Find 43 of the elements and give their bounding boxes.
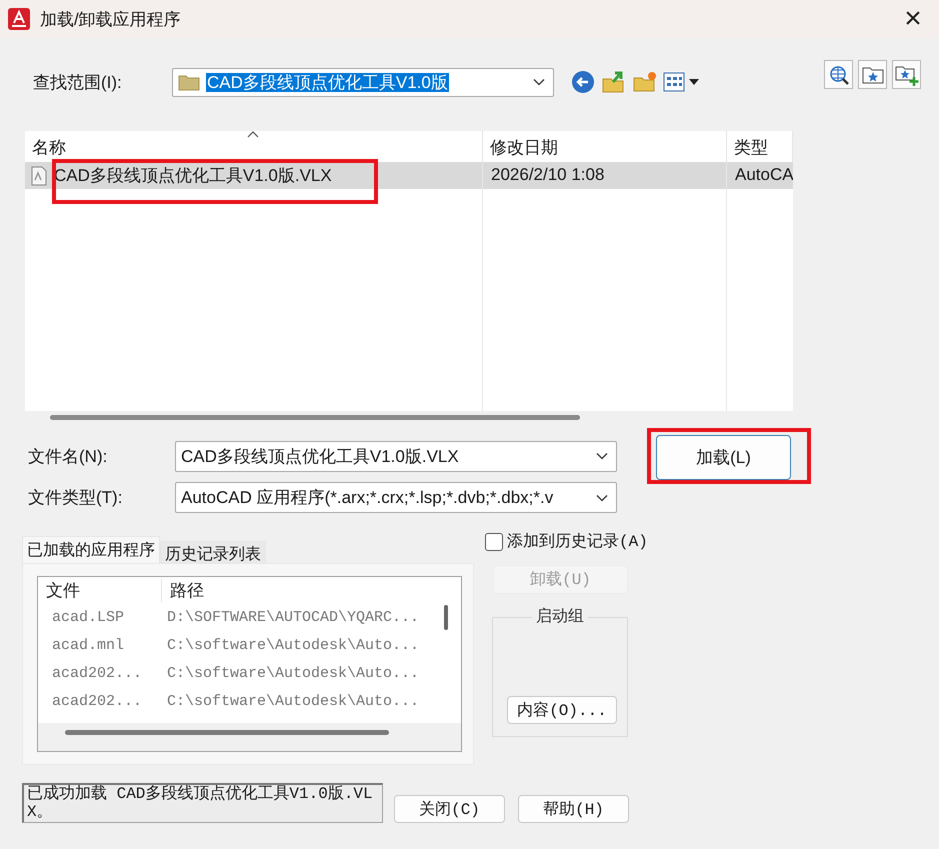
scrollbar[interactable]	[65, 730, 389, 735]
column-header[interactable]: 文件	[38, 578, 162, 602]
column-header[interactable]: 路径	[162, 578, 461, 602]
look-in-label: 查找范围(I):	[33, 72, 123, 94]
window-title: 加载/卸载应用程序	[40, 8, 182, 30]
favorites-button[interactable]	[858, 60, 887, 89]
star-folder-icon	[862, 64, 884, 84]
file-name-label: 文件名(N):	[28, 446, 108, 468]
table-cell-text: C:\software\Autodesk\Auto...	[167, 636, 420, 654]
add-favorite-button[interactable]	[892, 60, 921, 89]
table-cell-text: D:\SOFTWARE\AUTOCAD\YQARC...	[167, 608, 420, 626]
file-row-name[interactable]: CAD多段线顶点优化工具V1.0版.VLX	[25, 162, 483, 189]
scrollbar[interactable]	[50, 415, 580, 420]
scrollbar[interactable]	[444, 605, 448, 630]
table-cell-text: C:\software\Autodesk\Auto...	[167, 664, 420, 682]
group-title: 启动组	[532, 608, 588, 626]
load-button[interactable]: 加载(L)	[656, 435, 791, 480]
look-in-dropdown[interactable]: CAD多段线顶点优化工具V1.0版	[172, 68, 554, 96]
contents-button[interactable]: 内容(O)...	[507, 696, 617, 724]
view-menu-icon[interactable]	[663, 70, 701, 94]
table-cell-text: acad202...	[51, 664, 144, 682]
file-type-dropdown[interactable]: AutoCAD 应用程序(*.arx;*.crx;*.lsp;*.dvb;*.dbx;*.v	[175, 482, 617, 513]
folder-icon	[178, 73, 200, 91]
file-icon	[30, 166, 48, 186]
table-cell: 2026/2/10 1:08	[483, 162, 727, 189]
dialog-button[interactable]: 帮助(H)	[518, 795, 629, 823]
table-cell-text: acad.mnl	[51, 636, 126, 654]
table-cell-text: acad.LSP	[51, 608, 126, 626]
app-logo-icon	[8, 8, 30, 30]
web-search-button[interactable]	[824, 60, 853, 89]
checkbox[interactable]	[485, 532, 503, 550]
star-folder-plus-icon	[894, 64, 918, 86]
tab[interactable]: 已加载的应用程序	[22, 536, 160, 563]
close-button[interactable]: ×	[895, 4, 931, 34]
tab[interactable]: 历史记录列表	[160, 541, 266, 563]
status-message: 已成功加载 CAD多段线顶点优化工具V1.0版.VLX。	[22, 783, 383, 823]
dialog-button[interactable]: 关闭(C)	[394, 795, 505, 823]
globe-search-icon	[828, 64, 850, 86]
checkbox-label: 添加到历史记录(A)	[507, 532, 648, 552]
table-cell-text: acad202...	[51, 692, 144, 710]
file-type-label: 文件类型(T):	[28, 487, 124, 509]
file-name-field[interactable]: CAD多段线顶点优化工具V1.0版.VLX	[175, 440, 617, 472]
table-cell-text: C:\software\Autodesk\Auto...	[167, 692, 420, 710]
